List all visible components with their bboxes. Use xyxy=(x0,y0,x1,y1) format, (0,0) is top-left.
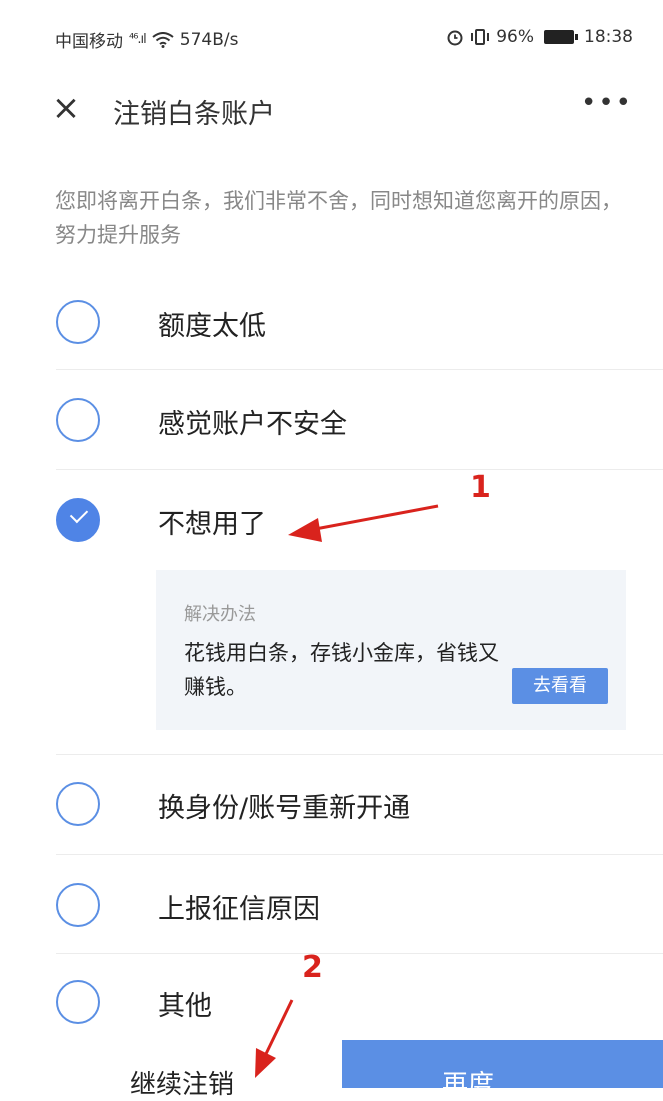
radio-button-checked[interactable] xyxy=(56,498,100,542)
solution-body: 花钱用白条，存钱小金库，省钱又赚钱。 xyxy=(184,641,499,699)
reason-option-2[interactable]: 感觉账户不安全 xyxy=(0,372,663,468)
reason-option-4[interactable]: 换身份/账号重新开通 xyxy=(0,756,663,852)
vibrate-icon xyxy=(471,29,490,45)
primary-button[interactable]: 再度 xyxy=(342,1040,663,1088)
radio-button[interactable] xyxy=(56,980,100,1024)
page-title: 注销白条账户 xyxy=(113,99,275,130)
status-bar: 中国移动 ⁴⁶.ıl 574B/s 96% 18:38 xyxy=(0,0,663,76)
wifi-icon xyxy=(152,31,174,48)
carrier-name: 中国移动 xyxy=(55,32,123,52)
radio-button[interactable] xyxy=(56,782,100,826)
reason-option-3[interactable]: 不想用了 xyxy=(0,472,663,568)
divider xyxy=(56,754,663,755)
close-icon[interactable]: × xyxy=(48,90,84,126)
reason-label: 感觉账户不安全 xyxy=(158,409,347,440)
nav-bar: × 注销白条账户 ••• xyxy=(0,76,663,140)
annotation-number-2: 2 xyxy=(302,950,323,985)
divider xyxy=(56,369,663,370)
radio-button[interactable] xyxy=(56,883,100,927)
solution-box: 解决办法 花钱用白条，存钱小金库，省钱又赚钱。 去看看 xyxy=(156,570,626,730)
continue-cancel-label: 继续注销 xyxy=(130,1070,235,1100)
network-speed: 574B/s xyxy=(179,29,239,50)
reason-label: 换身份/账号重新开通 xyxy=(158,793,411,824)
checkmark-icon xyxy=(69,504,89,524)
signal-icon: ⁴⁶.ıl xyxy=(129,32,147,47)
reason-label: 上报征信原因 xyxy=(158,894,320,925)
primary-button-label: 再度 xyxy=(442,1070,495,1088)
battery-percent: 96% xyxy=(496,27,534,47)
reason-option-5[interactable]: 上报征信原因 xyxy=(0,857,663,953)
reason-label: 其他 xyxy=(158,991,212,1022)
battery-icon xyxy=(544,30,578,44)
more-icon[interactable]: ••• xyxy=(581,88,633,118)
clock-time: 18:38 xyxy=(584,27,633,47)
reason-label: 额度太低 xyxy=(158,311,266,342)
radio-button[interactable] xyxy=(56,300,100,344)
divider xyxy=(56,469,663,470)
status-right: 96% 18:38 xyxy=(446,27,633,47)
reason-label: 不想用了 xyxy=(158,509,266,540)
go-see-button[interactable]: 去看看 xyxy=(512,668,608,704)
alarm-icon xyxy=(447,30,463,46)
status-left: 中国移动 ⁴⁶.ıl 574B/s xyxy=(55,27,239,53)
radio-button[interactable] xyxy=(56,398,100,442)
reason-option-6[interactable]: 其他 xyxy=(0,954,663,1050)
continue-cancel-button[interactable]: 继续注销 xyxy=(0,1040,340,1100)
intro-text: 您即将离开白条，我们非常不舍，同时想知道您离开的原因，努力提升服务 xyxy=(55,189,622,247)
annotation-number-1: 1 xyxy=(470,470,491,505)
bottom-action-bar: 继续注销 再度 xyxy=(0,1040,663,1100)
divider xyxy=(56,854,663,855)
solution-title: 解决办法 xyxy=(184,604,256,625)
reason-option-1[interactable]: 额度太低 xyxy=(0,274,663,370)
